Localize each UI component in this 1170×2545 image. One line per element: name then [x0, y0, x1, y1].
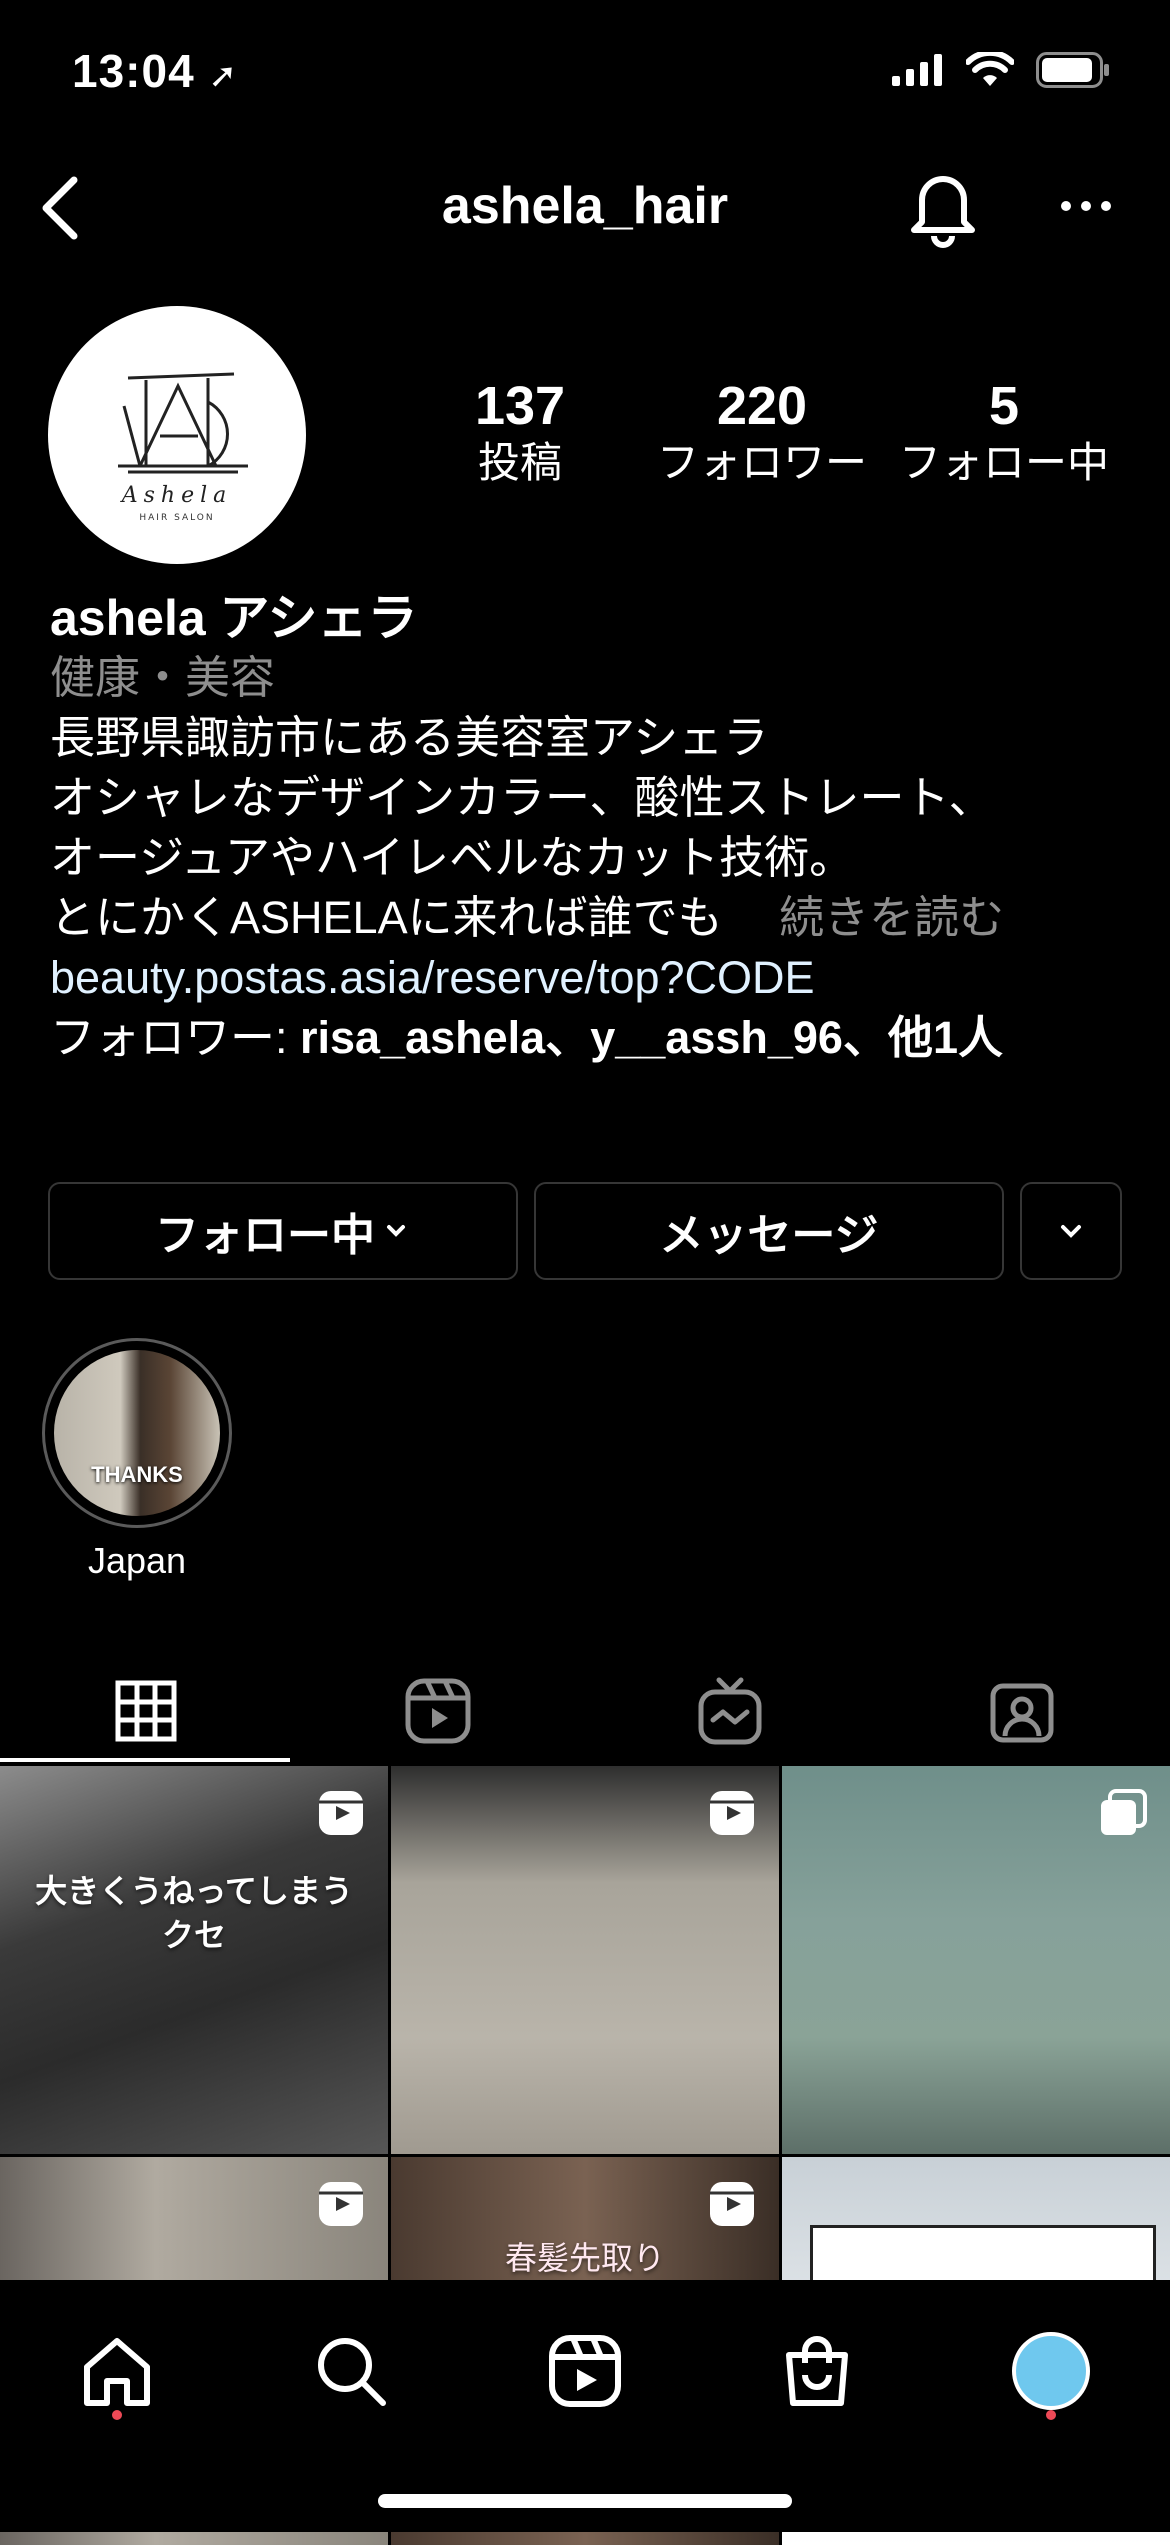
wifi-icon: [966, 52, 1014, 86]
story-highlight-thumbnail: THANKS: [54, 1350, 220, 1516]
reel-badge-icon: [319, 2182, 363, 2226]
following-count-value: 5: [988, 376, 1020, 436]
posts-count[interactable]: 137 投稿: [430, 376, 610, 490]
followers-count-value: 220: [716, 376, 808, 436]
nav-profile-indicator: [1046, 2410, 1056, 2420]
carousel-badge-icon: [1101, 1789, 1147, 1835]
home-icon: [84, 2338, 150, 2406]
reels-icon: [405, 1678, 471, 1744]
svg-text:Ashela: Ashela: [120, 483, 233, 508]
reels-icon: [549, 2335, 621, 2407]
followers-count[interactable]: 220 フォロワー: [650, 376, 874, 490]
bell-icon: [911, 176, 975, 248]
tab-igtv[interactable]: [584, 1656, 876, 1766]
status-icons: [892, 52, 1110, 88]
notifications-button[interactable]: [900, 162, 986, 248]
grid-icon: [115, 1680, 177, 1742]
post-caption: クセ: [161, 1917, 226, 1953]
status-time: 13:04 ➚: [72, 45, 238, 97]
reel-badge-icon: [319, 1791, 363, 1835]
salon-logo: Ashela HAIR SALON: [118, 372, 248, 523]
followers-count-label: フォロワー: [656, 439, 867, 486]
category-label: 健康・美容: [50, 652, 276, 703]
following-count[interactable]: 5 フォロー中: [888, 376, 1120, 490]
posts-count-value: 137: [474, 376, 566, 436]
bio-line-last: とにかくASHELAに来れば誰でも 続きを読む: [50, 888, 1130, 948]
search-icon: [318, 2338, 386, 2406]
nav-shop[interactable]: [762, 2316, 872, 2426]
read-more-link[interactable]: 続きを読む: [779, 892, 1004, 943]
bio-line: 長野県諏訪市にある美容室アシェラ: [50, 712, 769, 763]
followed-by[interactable]: フォロワー: risa_ashela、y__assh_96、他1人: [50, 1008, 1130, 1068]
ellipsis-icon: [1061, 201, 1111, 211]
following-count-label: フォロー中: [898, 439, 1109, 486]
chevron-down-icon: [387, 1225, 405, 1237]
avatar[interactable]: Ashela HAIR SALON: [48, 306, 306, 564]
following-button-label: フォロー中: [155, 1211, 375, 1260]
bio-line: オージュアやハイレベルなカット技術。: [50, 832, 855, 883]
page-title: ashela_hair: [441, 177, 729, 235]
chevron-down-icon: [1061, 1225, 1081, 1238]
tagged-user-icon: [990, 1683, 1054, 1743]
bio-line: とにかくASHELAに来れば誰でも: [50, 892, 723, 943]
post-caption: 大きくうねってしまう: [35, 1873, 353, 1909]
post-thumbnail[interactable]: 大きくうねってしまう クセ: [0, 1766, 388, 2154]
cellular-signal-icon: [892, 54, 942, 86]
bio-line: オシャレなデザインカラー、酸性ストレート、: [50, 772, 994, 823]
post-thumbnail[interactable]: [782, 1766, 1170, 2154]
location-arrow-icon: ➚: [208, 57, 238, 95]
tab-reels[interactable]: [292, 1656, 584, 1766]
igtv-icon: [698, 1677, 762, 1745]
tab-posts-grid[interactable]: [0, 1656, 292, 1766]
active-tab-indicator: [0, 1758, 290, 1762]
profile-avatar-icon: [1012, 2332, 1090, 2410]
post-thumbnail[interactable]: [391, 1766, 779, 2154]
followed-by-names: risa_ashela、y__assh_96、他1人: [300, 1012, 1003, 1063]
website-link[interactable]: beauty.postas.asia/reserve/top?CODE: [50, 948, 1130, 1008]
svg-text:HAIR SALON: HAIR SALON: [139, 513, 214, 523]
following-button[interactable]: フォロー中: [48, 1182, 518, 1280]
message-button-label: メッセージ: [659, 1211, 879, 1260]
posts-count-label: 投稿: [477, 439, 562, 486]
home-indicator: [378, 2494, 792, 2508]
suggested-accounts-button[interactable]: [1020, 1182, 1122, 1280]
highlight-image-text: THANKS: [91, 1462, 183, 1487]
nav-search[interactable]: [296, 2316, 406, 2426]
tab-tagged[interactable]: [876, 1656, 1168, 1766]
battery-icon: [1036, 52, 1109, 88]
story-highlight-label: Japan: [87, 1540, 187, 1581]
display-name: ashela アシェラ: [50, 590, 418, 646]
reel-badge-icon: [710, 1791, 754, 1835]
more-options-button[interactable]: [1050, 176, 1130, 236]
profile-bio: ashela アシェラ 健康・美容 長野県諏訪市にある美容室アシェラ オシャレな…: [50, 588, 1130, 1068]
nav-home-indicator: [112, 2410, 122, 2420]
reel-badge-icon: [710, 2182, 754, 2226]
followed-by-prefix: フォロワー:: [50, 1012, 301, 1063]
message-button[interactable]: メッセージ: [534, 1182, 1004, 1280]
shopping-bag-icon: [786, 2336, 848, 2406]
nav-reels[interactable]: [530, 2316, 640, 2426]
